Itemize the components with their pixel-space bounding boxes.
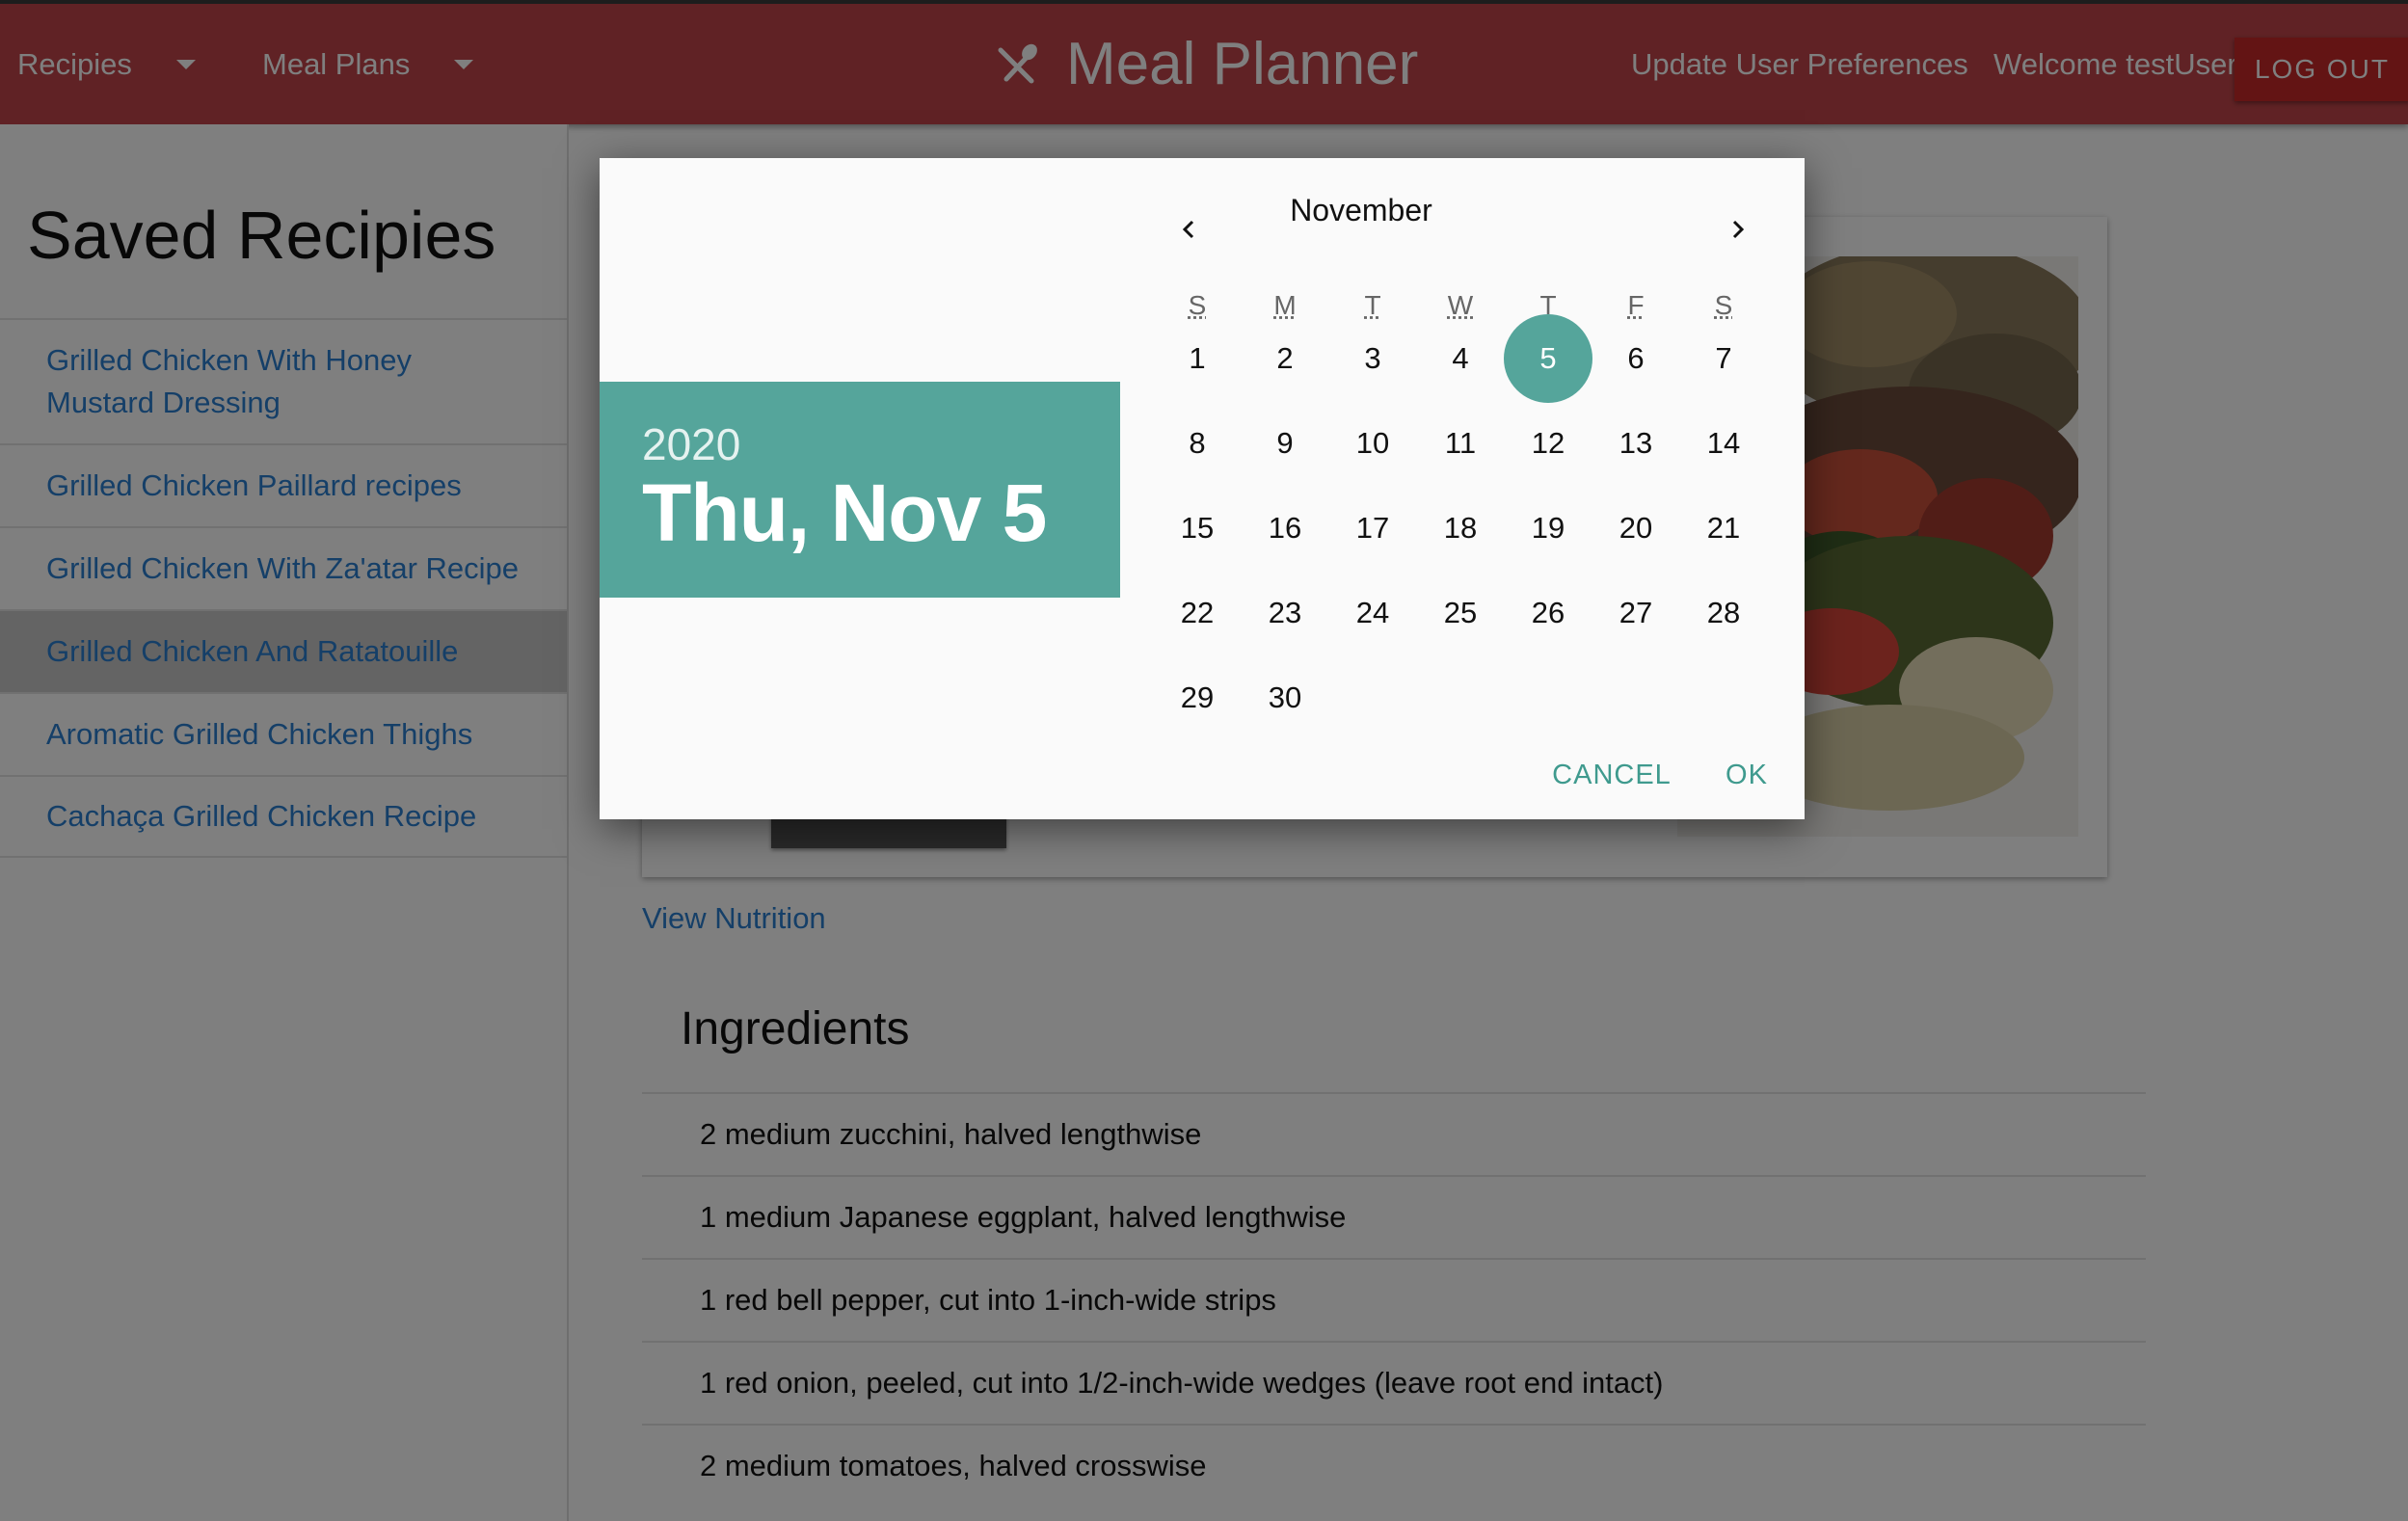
date-picker-dialog: 2020 Thu, Nov 5 November SMTWTFS 1234567… xyxy=(600,158,1805,819)
selected-year[interactable]: 2020 xyxy=(642,418,740,470)
day-cell[interactable]: 17 xyxy=(1328,484,1417,573)
day-cell[interactable]: 19 xyxy=(1504,484,1592,573)
day-cell[interactable]: 29 xyxy=(1153,654,1242,742)
day-cell[interactable]: 20 xyxy=(1592,484,1680,573)
cancel-button[interactable]: CANCEL xyxy=(1525,746,1699,804)
day-cell[interactable]: 26 xyxy=(1504,569,1592,657)
month-label: November xyxy=(1290,192,1432,227)
day-cell[interactable]: 8 xyxy=(1153,399,1242,488)
chevron-right-icon xyxy=(1732,220,1745,239)
next-month-button[interactable] xyxy=(1710,202,1764,256)
day-cell[interactable]: 28 xyxy=(1679,569,1768,657)
ok-button[interactable]: OK xyxy=(1708,746,1785,804)
chevron-left-icon xyxy=(1182,220,1194,239)
day-cell[interactable]: 30 xyxy=(1241,654,1329,742)
day-cell[interactable]: 2 xyxy=(1241,314,1329,403)
day-cell[interactable]: 27 xyxy=(1592,569,1680,657)
day-cell[interactable]: 3 xyxy=(1328,314,1417,403)
day-cell[interactable]: 10 xyxy=(1328,399,1417,488)
day-cell[interactable]: 22 xyxy=(1153,569,1242,657)
day-cell[interactable]: 11 xyxy=(1416,399,1505,488)
day-cell[interactable]: 1 xyxy=(1153,314,1242,403)
day-cell[interactable]: 21 xyxy=(1679,484,1768,573)
day-cell[interactable]: 24 xyxy=(1328,569,1417,657)
day-cell[interactable]: 7 xyxy=(1679,314,1768,403)
day-cell[interactable]: 18 xyxy=(1416,484,1505,573)
previous-month-button[interactable] xyxy=(1163,202,1217,256)
day-cell[interactable]: 6 xyxy=(1592,314,1680,403)
day-cell[interactable]: 4 xyxy=(1416,314,1505,403)
day-cell[interactable]: 16 xyxy=(1241,484,1329,573)
day-cell[interactable]: 12 xyxy=(1504,399,1592,488)
day-cell[interactable]: 14 xyxy=(1679,399,1768,488)
selected-date: Thu, Nov 5 xyxy=(642,467,1047,558)
day-cell[interactable]: 13 xyxy=(1592,399,1680,488)
day-cell[interactable]: 23 xyxy=(1241,569,1329,657)
day-cell[interactable]: 9 xyxy=(1241,399,1329,488)
day-cell[interactable]: 15 xyxy=(1153,484,1242,573)
day-cell-selected[interactable]: 5 xyxy=(1504,314,1592,403)
day-cell[interactable]: 25 xyxy=(1416,569,1505,657)
date-picker-header: 2020 Thu, Nov 5 xyxy=(600,382,1120,598)
